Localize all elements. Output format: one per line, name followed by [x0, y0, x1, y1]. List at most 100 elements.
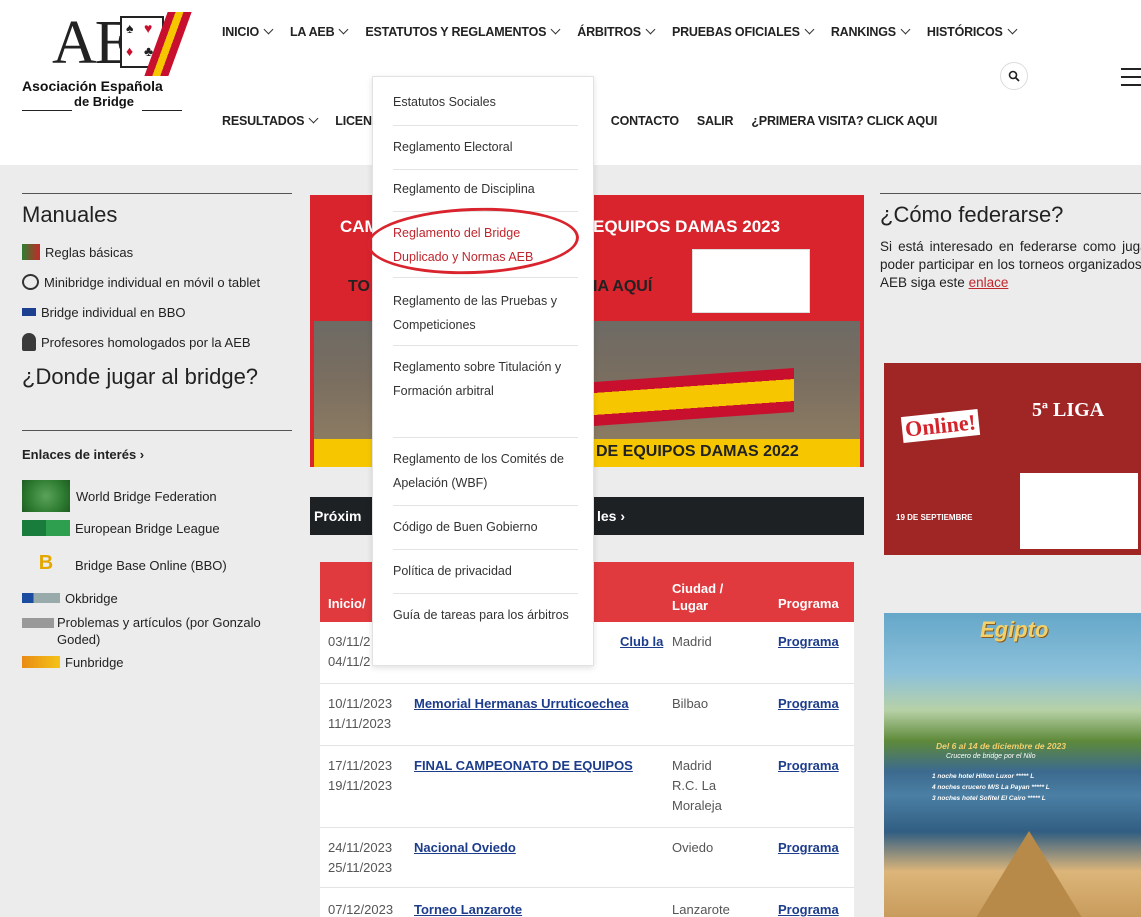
link-funbridge[interactable]: Funbridge — [22, 652, 294, 672]
link-label: Bridge individual en BBO — [41, 304, 186, 320]
nav-label: LICEN — [335, 114, 372, 128]
chevron-down-icon — [1007, 24, 1018, 35]
manual-link-reglas[interactable]: Reglas básicas — [22, 242, 294, 262]
reglas-icon — [22, 244, 40, 260]
divider — [880, 193, 1141, 194]
nav-label: ÁRBITROS — [577, 25, 641, 39]
manual-link-bbo[interactable]: Bridge individual en BBO — [22, 302, 294, 322]
menu-divider — [393, 549, 578, 550]
row-date-end: 11/11/2023 — [328, 716, 392, 731]
donde-jugar-heading[interactable]: ¿Donde jugar al bridge? — [22, 364, 294, 390]
egipto-subtitle: Crucero de bridge por el Nilo — [946, 753, 1036, 760]
menu-item-guia-arbitros[interactable]: Guía de tareas para los árbitros — [393, 603, 578, 627]
liga-aeb-logo — [1020, 473, 1138, 549]
link-wbf[interactable]: World Bridge Federation — [22, 480, 294, 512]
nav-label: ESTATUTOS Y REGLAMENTOS — [365, 25, 547, 39]
egipto-banner[interactable]: Egipto Del 6 al 14 de diciembre de 2023 … — [884, 613, 1141, 917]
hamburger-icon[interactable] — [1121, 68, 1141, 86]
menu-item-reglamento-titulacion[interactable]: Reglamento sobre Titulación y Formación … — [393, 355, 578, 403]
row-date-end: 19/11/2023 — [328, 778, 393, 793]
row-event-link[interactable]: Torneo Lanzarote — [414, 900, 522, 917]
row-programa-link[interactable]: Programa — [778, 900, 839, 917]
menu-divider — [393, 593, 578, 594]
nav-contacto[interactable]: CONTACTO — [611, 114, 679, 128]
egipto-dates: Del 6 al 14 de diciembre de 2023 — [936, 741, 1066, 751]
menu-item-estatutos-sociales[interactable]: Estatutos Sociales — [393, 90, 578, 114]
nav-label: ¿PRIMERA VISITA? CLICK AQUI — [751, 114, 938, 128]
federarse-text: Si está interesado en federarse como jug… — [880, 238, 1141, 292]
search-button[interactable] — [1000, 62, 1028, 90]
link-bbo-online[interactable]: B Bridge Base Online (BBO) — [22, 552, 294, 578]
profesor-icon — [22, 333, 36, 351]
menu-divider — [393, 277, 578, 278]
nav-rankings[interactable]: RANKINGS — [831, 24, 911, 39]
link-okbridge[interactable]: Okbridge — [22, 588, 294, 608]
chevron-down-icon — [308, 113, 319, 124]
chevron-down-icon — [804, 24, 815, 35]
link-label: Minibridge individual en móvil o tablet — [44, 274, 261, 290]
menu-item-codigo-buen-gobierno[interactable]: Código de Buen Gobierno — [393, 515, 578, 539]
nav-la-aeb[interactable]: LA AEB — [290, 24, 349, 39]
pyramid-image — [974, 831, 1084, 917]
table-row: 10/11/2023 11/11/2023 Memorial Hermanas … — [320, 684, 854, 746]
row-event-link[interactable]: Nacional Oviedo — [414, 838, 516, 858]
promo-aeb-logo — [692, 249, 810, 313]
nav-pruebas[interactable]: PRUEBAS OFICIALES — [672, 24, 815, 39]
nav-salir[interactable]: SALIR — [697, 114, 734, 128]
nav-inicio[interactable]: INICIO — [222, 24, 274, 39]
chevron-down-icon — [645, 24, 656, 35]
row-programa-link[interactable]: Programa — [778, 632, 839, 652]
row-programa-link[interactable]: Programa — [778, 694, 839, 714]
enlaces-heading[interactable]: Enlaces de interés › — [22, 447, 294, 462]
menu-item-reglamento-pruebas[interactable]: Reglamento de las Pruebas y Competicione… — [393, 289, 578, 337]
menu-item-politica-privacidad[interactable]: Política de privacidad — [393, 559, 578, 583]
link-label: Reglas básicas — [45, 244, 134, 260]
row-programa-link[interactable]: Programa — [778, 838, 839, 858]
nav-label: SALIR — [696, 114, 734, 128]
nav-label: INICIO — [222, 25, 259, 39]
federarse-link[interactable]: enlace — [969, 275, 1009, 290]
federarse-body: Si está interesado en federarse como jug… — [880, 239, 1141, 290]
chevron-down-icon — [900, 24, 911, 35]
search-icon — [1008, 70, 1020, 82]
aeb-logo[interactable]: AEB ♠ ♥ ♦ ♣ Asociación Española de Bridg… — [22, 12, 197, 122]
estatutos-dropdown-menu: Estatutos Sociales Reglamento Electoral … — [372, 76, 594, 666]
row-date-start: 07/12/2023 — [328, 902, 394, 917]
funbridge-logo-icon — [22, 656, 60, 668]
link-label: Funbridge — [65, 654, 124, 670]
main-nav-row1: INICIO LA AEB ESTATUTOS Y REGLAMENTOS ÁR… — [222, 24, 1034, 39]
nav-historicos[interactable]: HISTÓRICOS — [927, 24, 1018, 39]
logo-rule — [22, 110, 72, 111]
row-event-link[interactable]: FINAL CAMPEONATO DE EQUIPOS — [414, 756, 633, 776]
link-goded[interactable]: Problemas y artículos (por Gonzalo Goded… — [22, 614, 294, 648]
right-sidebar: ¿Cómo federarse? Si está interesado en f… — [880, 193, 1141, 292]
nav-label: LA AEB — [290, 25, 335, 39]
nav-primera-visita[interactable]: ¿PRIMERA VISITA? CLICK AQUI — [751, 114, 937, 128]
liga-banner[interactable]: Online! 5ª LIGA 19 DE SEPTIEMBRE — [884, 363, 1141, 555]
online-badge: Online! — [900, 409, 981, 443]
header-programa: Programa — [778, 596, 839, 611]
liga-title: 5ª LIGA — [1032, 399, 1105, 421]
promo-line2b: IA AQUÍ — [593, 278, 653, 295]
logo-line2: de Bridge — [74, 94, 134, 109]
link-ebl[interactable]: European Bridge League — [22, 518, 294, 538]
nav-resultados[interactable]: RESULTADOS — [222, 113, 319, 128]
menu-item-reglamento-disciplina[interactable]: Reglamento de Disciplina — [393, 177, 578, 201]
menu-item-reglamento-electoral[interactable]: Reglamento Electoral — [393, 135, 578, 159]
nav-licencias[interactable]: LICEN — [335, 114, 372, 128]
row-date-start: 03/11/2 — [328, 634, 371, 649]
row-event-link[interactable]: Club la — [620, 632, 663, 652]
menu-divider — [393, 125, 578, 126]
manual-link-profesores[interactable]: Profesores homologados por la AEB — [22, 332, 294, 352]
logo-rule — [142, 110, 182, 111]
manual-link-minibridge[interactable]: Minibridge individual en móvil o tablet — [22, 272, 294, 292]
nav-arbitros[interactable]: ÁRBITROS — [577, 24, 656, 39]
nav-estatutos[interactable]: ESTATUTOS Y REGLAMENTOS — [365, 24, 561, 39]
menu-item-reglamento-comites[interactable]: Reglamento de los Comités de Apelación (… — [393, 447, 578, 495]
egipto-title: Egipto — [980, 617, 1049, 642]
promo-footer-text: DE EQUIPOS DAMAS 2022 — [596, 443, 799, 460]
row-programa-link[interactable]: Programa — [778, 756, 839, 776]
row-event-link[interactable]: Memorial Hermanas Urruticoechea — [414, 694, 629, 714]
promo-line2a: TO — [348, 278, 370, 295]
row-city-line3: Moraleja — [672, 798, 722, 813]
